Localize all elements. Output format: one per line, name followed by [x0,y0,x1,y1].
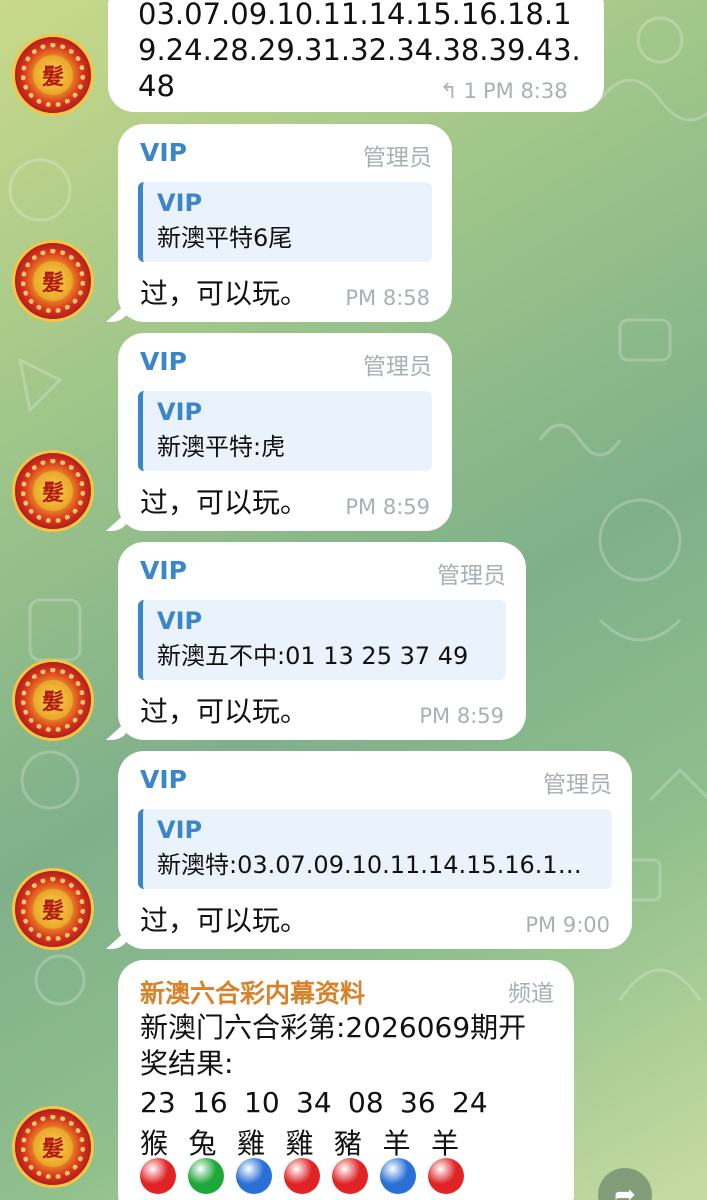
sender-avatar[interactable]: 髮 [12,450,94,532]
quoted-message[interactable]: VIP 新澳平特6尾 [138,182,432,262]
message-time: PM 8:59 [345,495,430,519]
admin-badge: 管理员 [363,145,432,171]
zodiac-sign: 羊 [431,1127,460,1160]
reply-arrow-icon: ↰ [440,79,458,103]
channel-badge: 频道 [508,981,554,1007]
message-text: 过，可以玩。 [140,486,309,519]
zodiac-sign: 羊 [382,1127,411,1160]
sender-name[interactable]: VIP [140,765,187,794]
message-bubble[interactable]: VIP 管理员 VIP 新澳五不中:01 13 25 37 49 过，可以玩。 … [118,542,526,740]
result-number: 08 [348,1086,384,1119]
message-text: 新澳门六合彩第:2026069期开 奖结果: [140,1010,526,1082]
color-ball [428,1158,464,1194]
quoted-sender: VIP [157,189,203,217]
message-text: 过，可以玩。 [140,695,309,728]
result-number: 10 [244,1086,280,1119]
result-color-balls [140,1158,464,1194]
message-time: PM 9:00 [525,913,610,937]
sender-name[interactable]: VIP [140,347,187,376]
zodiac-sign: 豬 [334,1127,363,1160]
result-numbers: 23 16 10 34 08 36 24 [140,1086,504,1119]
color-ball [140,1158,176,1194]
quoted-text: 新澳五不中:01 13 25 37 49 [157,642,469,670]
zodiac-sign: 猴 [140,1127,169,1160]
result-number: 36 [400,1086,436,1119]
admin-badge: 管理员 [437,563,506,589]
channel-message-bubble[interactable]: 新澳六合彩内幕资料 频道 新澳门六合彩第:2026069期开 奖结果: 23 1… [118,960,574,1200]
result-zodiacs: 猴 兔 雞 雞 豬 羊 羊 [140,1122,480,1162]
message-bubble[interactable]: VIP 管理员 VIP 新澳平特:虎 过，可以玩。 PM 8:59 [118,333,452,531]
message-time: PM 8:59 [419,704,504,728]
message-bubble[interactable]: VIP 管理员 VIP 新澳特:03.07.09.10.11.14.15.16.… [118,751,632,949]
quoted-sender: VIP [157,398,203,426]
reply-info[interactable]: ↰ 1 PM 8:38 [440,79,568,103]
color-ball [284,1158,320,1194]
channel-name[interactable]: 新澳六合彩内幕资料 [140,974,365,1010]
zodiac-sign: 雞 [237,1127,266,1160]
message-time: PM 8:58 [345,286,430,310]
share-arrow-icon[interactable]: ➦ [598,1168,652,1200]
sender-avatar[interactable]: 髮 [12,659,94,741]
message-time: PM 8:38 [482,79,568,103]
result-title: 新澳门六合彩第:2026069期开 [140,1011,527,1044]
admin-badge: 管理员 [543,772,612,798]
quoted-text: 新澳平特:虎 [157,433,286,461]
zodiac-sign: 兔 [188,1127,217,1160]
sender-avatar[interactable]: 髮 [12,34,94,116]
result-number: 34 [296,1086,332,1119]
sender-name[interactable]: VIP [140,556,187,585]
color-ball [380,1158,416,1194]
zodiac-sign: 雞 [285,1127,314,1160]
reply-count: 1 [463,79,477,103]
quoted-message[interactable]: VIP 新澳特:03.07.09.10.11.14.15.16.1… [138,809,612,889]
quoted-message[interactable]: VIP 新澳平特:虎 [138,391,432,471]
admin-badge: 管理员 [363,354,432,380]
result-subtitle: 奖结果: [140,1047,234,1080]
result-number: 16 [192,1086,228,1119]
quoted-text: 新澳特:03.07.09.10.11.14.15.16.1… [157,851,582,879]
message-text: 过，可以玩。 [140,277,309,310]
color-ball [332,1158,368,1194]
quoted-text: 新澳平特6尾 [157,224,293,252]
quoted-sender: VIP [157,607,203,635]
quoted-sender: VIP [157,816,203,844]
color-ball [188,1158,224,1194]
result-number: 24 [452,1086,488,1119]
sender-avatar[interactable]: 髮 [12,240,94,322]
sender-avatar[interactable]: 髮 [12,868,94,950]
result-number: 23 [140,1086,176,1119]
message-bubble[interactable]: VIP 管理员 VIP 新澳平特6尾 过，可以玩。 PM 8:58 [118,124,452,322]
color-ball [236,1158,272,1194]
quoted-message[interactable]: VIP 新澳五不中:01 13 25 37 49 [138,600,506,680]
channel-avatar[interactable]: 髮 [12,1106,94,1188]
sender-name[interactable]: VIP [140,138,187,167]
message-text: 过，可以玩。 [140,904,309,937]
